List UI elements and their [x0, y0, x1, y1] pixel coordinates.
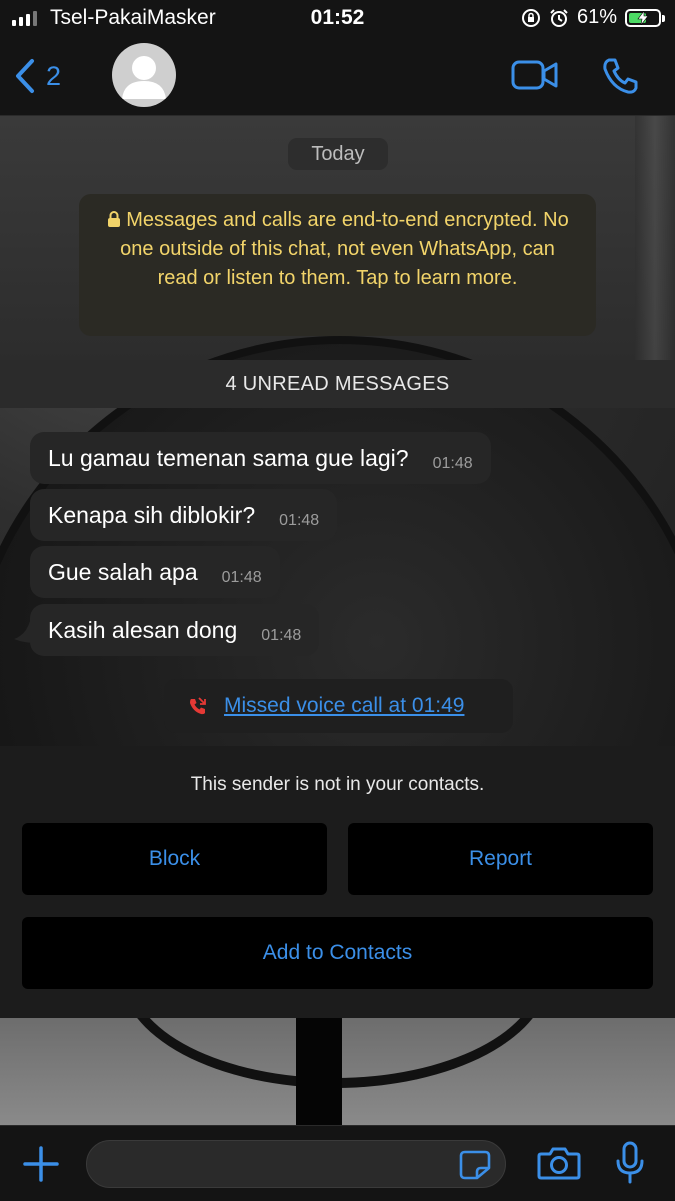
missed-call-notice[interactable]: Missed voice call at 01:49 [164, 679, 513, 733]
message-bubble[interactable]: Lu gamau temenan sama gue lagi? 01:48 [30, 432, 491, 484]
camera-icon[interactable] [537, 1144, 581, 1182]
missed-call-icon [190, 697, 206, 715]
block-button-label: Block [148, 847, 201, 870]
microphone-icon[interactable] [614, 1141, 646, 1185]
back-button[interactable]: 2 [14, 58, 61, 94]
message-input[interactable] [86, 1140, 506, 1188]
missed-call-text: Missed voice call at 01:49 [224, 694, 465, 717]
avatar-placeholder-icon [122, 56, 166, 99]
status-indicators: 61% [521, 6, 665, 29]
chat-area[interactable]: Today Messages and calls are end-to-end … [0, 116, 675, 746]
battery-percent: 61% [576, 6, 617, 28]
battery-icon [625, 8, 665, 27]
message-input-bar [0, 1125, 675, 1201]
date-separator: Today [288, 138, 388, 170]
orientation-lock-icon [521, 8, 540, 27]
unknown-sender-notice: This sender is not in your contacts. [190, 774, 485, 795]
unread-chats-count: 2 [46, 60, 62, 91]
encryption-notice-text: Messages and calls are end-to-end encryp… [120, 209, 569, 289]
message-time: 01:48 [279, 512, 320, 529]
sticker-icon[interactable] [459, 1150, 491, 1180]
chat-header: 2 [0, 38, 675, 116]
phone-icon [603, 58, 638, 94]
message-text: Kenapa sih diblokir? [48, 501, 256, 528]
unread-divider: 4 UNREAD MESSAGES [0, 360, 675, 408]
voice-call-button[interactable] [600, 56, 640, 101]
chevron-left-icon [16, 59, 34, 93]
video-call-button[interactable] [510, 58, 560, 97]
contact-avatar[interactable] [112, 43, 176, 107]
add-to-contacts-button[interactable]: Add to Contacts [22, 917, 653, 989]
message-time: 01:48 [432, 455, 473, 472]
message-time: 01:48 [261, 627, 302, 644]
message-time: 01:48 [221, 569, 262, 586]
message-text: Kasih alesan dong [48, 616, 238, 643]
message-text: Lu gamau temenan sama gue lagi? [48, 444, 409, 471]
wallpaper-detail [635, 116, 675, 366]
message-bubble[interactable]: Kenapa sih diblokir? 01:48 [30, 489, 338, 541]
block-button[interactable]: Block [22, 823, 327, 895]
message-bubble[interactable]: Kasih alesan dong 01:48 [30, 604, 320, 656]
add-to-contacts-label: Add to Contacts [262, 941, 413, 964]
message-text: Gue salah apa [48, 558, 198, 585]
alarm-icon [550, 8, 568, 27]
encryption-notice[interactable]: Messages and calls are end-to-end encryp… [79, 194, 596, 336]
video-call-icon [511, 60, 558, 90]
lock-icon [108, 211, 121, 227]
plus-icon[interactable] [22, 1145, 60, 1183]
unknown-sender-panel: This sender is not in your contacts. Blo… [0, 746, 675, 1018]
message-bubble[interactable]: Gue salah apa 01:48 [30, 546, 280, 598]
report-button-label: Report [468, 847, 533, 870]
report-button[interactable]: Report [348, 823, 653, 895]
wallpaper-bottom [0, 1018, 675, 1125]
status-bar: Tsel-PakaiMasker 01:52 61% [0, 0, 675, 38]
